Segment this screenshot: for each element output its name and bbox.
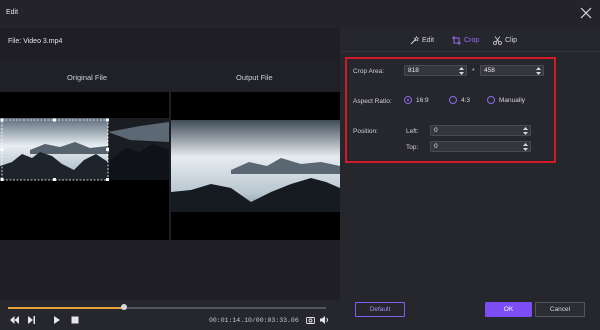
tab-clip-label: Clip [505, 37, 518, 44]
tab-crop-label: Crop [464, 37, 480, 44]
file-name: Video 3.mp4 [23, 38, 63, 45]
volume-icon[interactable] [320, 316, 329, 324]
close-icon[interactable] [580, 7, 592, 19]
aspect-ratio-label: Aspect Ratio: [353, 98, 392, 105]
aspect-radio-4-3[interactable]: 4:3 [449, 96, 470, 104]
play-icon[interactable] [52, 316, 61, 324]
stop-icon[interactable] [70, 316, 79, 324]
aspect-radio-16-9[interactable]: 16:9 [404, 96, 429, 104]
spinner-arrows-icon[interactable] [536, 67, 541, 75]
aspect-radio-manually[interactable]: Manually [487, 96, 525, 104]
preview-header [0, 60, 340, 92]
default-button[interactable]: Default [355, 302, 405, 317]
tab-clip[interactable]: Clip [493, 36, 517, 45]
radio-unselected-icon [449, 96, 457, 104]
crop-icon [452, 36, 461, 45]
playback-bar [0, 300, 340, 330]
title-bar: Edit [0, 0, 600, 28]
file-info: File: Video 3.mp4 [8, 38, 62, 45]
position-left-value: 0 [434, 127, 438, 134]
position-top-input[interactable]: 0 [430, 141, 531, 152]
output-video [171, 92, 340, 240]
preview-footer [0, 240, 340, 300]
crop-width-input[interactable]: 818 [404, 65, 467, 76]
tab-crop[interactable]: Crop [452, 36, 479, 45]
crop-width-value: 818 [408, 67, 419, 74]
file-label: File: [8, 38, 22, 45]
spinner-arrows-icon[interactable] [523, 143, 528, 151]
aspect-option-label: 16:9 [416, 96, 429, 104]
spinner-arrows-icon[interactable] [523, 127, 528, 135]
ok-button[interactable]: OK [485, 302, 532, 317]
top-label: Top: [406, 144, 419, 151]
timeline-progress [8, 307, 124, 309]
magic-wand-icon [410, 36, 419, 45]
position-label: Position: [353, 128, 378, 135]
rewind-icon[interactable] [10, 316, 19, 324]
spinner-arrows-icon[interactable] [459, 67, 464, 75]
timeline-handle[interactable] [121, 304, 127, 310]
position-left-input[interactable]: 0 [430, 125, 531, 136]
radio-selected-icon [404, 96, 412, 104]
crop-height-value: 458 [484, 67, 495, 74]
cancel-button[interactable]: Cancel [535, 302, 585, 317]
original-frame-image [0, 118, 169, 181]
original-video[interactable] [0, 92, 169, 240]
output-file-label: Output File [236, 73, 273, 82]
radio-unselected-icon [487, 96, 495, 104]
window-title: Edit [6, 9, 19, 16]
step-forward-icon[interactable] [27, 316, 36, 324]
snapshot-icon[interactable] [306, 316, 315, 324]
aspect-option-label: Manually [499, 96, 526, 104]
position-top-value: 0 [434, 143, 438, 150]
time-display: 00:01:14.10/00:03:33.06 [209, 317, 299, 324]
left-label: Left: [406, 128, 419, 135]
scissors-icon [493, 36, 502, 45]
tab-edit-label: Edit [422, 37, 435, 44]
output-frame-image [171, 120, 340, 212]
crop-height-input[interactable]: 458 [480, 65, 544, 76]
dimension-separator: * [472, 68, 475, 75]
tab-edit[interactable]: Edit [410, 36, 434, 45]
aspect-option-label: 4:3 [461, 96, 471, 104]
crop-area-label: Crop Area: [353, 68, 385, 75]
original-file-label: Original File [67, 73, 108, 82]
